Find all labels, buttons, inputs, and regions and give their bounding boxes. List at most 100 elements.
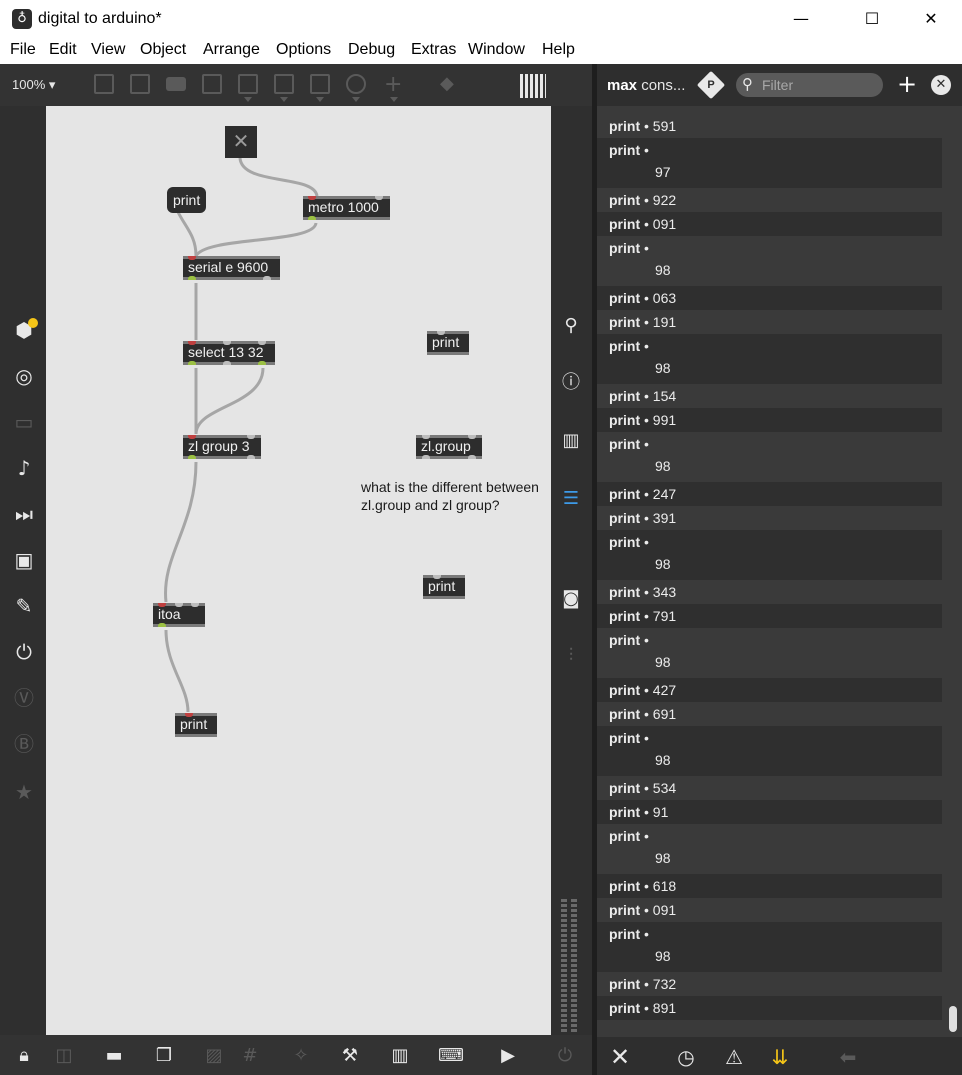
console-row[interactable]: print • 191 [597, 310, 942, 334]
screen-icon[interactable]: ▬ [102, 1044, 126, 1068]
console-row[interactable]: print • 97 [597, 138, 942, 188]
lock-icon[interactable]: 🔒︎ [12, 1044, 36, 1068]
console-row[interactable]: print • 391 [597, 506, 942, 530]
console-row[interactable]: print • 343 [597, 580, 942, 604]
search-icon[interactable]: ⚲ [559, 314, 583, 338]
menu-extras[interactable]: Extras [411, 41, 456, 59]
maximize-button[interactable]: ☐ [849, 0, 895, 38]
comment-icon[interactable] [130, 74, 150, 94]
console-list-icon[interactable]: ☰ [559, 487, 583, 511]
print-object-right-bottom[interactable]: print [423, 575, 465, 599]
scroll-down-icon[interactable]: ⇊ [767, 1044, 793, 1070]
menu-object[interactable]: Object [140, 41, 186, 59]
toggle-object[interactable]: ✕ [225, 126, 257, 158]
wrench-icon[interactable]: ⚒ [338, 1044, 362, 1068]
media-icon[interactable]: ▭ [11, 409, 37, 435]
play-icon[interactable]: ▶ [496, 1044, 520, 1068]
console-row[interactable]: print • 922 [597, 188, 942, 212]
console-row[interactable]: print • 98 [597, 236, 942, 286]
console-row[interactable]: print • 427 [597, 678, 942, 702]
minimize-button[interactable]: — [778, 0, 824, 38]
mixer-icon[interactable]: ⫶ [559, 644, 583, 668]
menu-edit[interactable]: Edit [49, 41, 77, 59]
add-icon[interactable]: + [897, 72, 917, 96]
metro-object[interactable]: metro 1000 [303, 196, 390, 220]
print-object-right-top[interactable]: print [427, 331, 469, 355]
console-row[interactable]: print • 691 [597, 702, 942, 726]
console-row[interactable]: print • 98 [597, 726, 942, 776]
info-icon[interactable]: ⓘ [559, 371, 583, 395]
menu-window[interactable]: Window [468, 41, 525, 59]
clear-icon[interactable]: ✕ [607, 1044, 633, 1070]
power-icon[interactable]: ⏻ [553, 1044, 577, 1068]
zoom-dropdown[interactable]: 100% ▾ [12, 77, 55, 93]
menu-options[interactable]: Options [276, 41, 331, 59]
beap-icon[interactable]: Ⓑ [11, 731, 37, 757]
console-row[interactable]: print • 732 [597, 972, 942, 996]
menu-view[interactable]: View [91, 41, 125, 59]
patcher-canvas[interactable]: ✕ print metro 1000 serial e 9600 select … [46, 106, 551, 1035]
console-row[interactable]: print • 98 [597, 334, 942, 384]
console-row[interactable]: print • 154 [597, 384, 942, 408]
paperclip-icon[interactable]: ✎ [11, 593, 37, 619]
console-row[interactable]: print • 98 [597, 922, 942, 972]
menu-help[interactable]: Help [542, 41, 575, 59]
book-icon[interactable]: ▥ [559, 429, 583, 453]
close-window-button[interactable]: ✕ [908, 0, 954, 38]
console-row[interactable]: print • 618 [597, 874, 942, 898]
menu-arrange[interactable]: Arrange [203, 41, 260, 59]
console-filter-input[interactable] [762, 76, 877, 94]
chevron-down-icon[interactable] [390, 97, 398, 102]
snapshot-icon[interactable]: ◙ [559, 587, 583, 611]
chevron-down-icon[interactable] [244, 97, 252, 102]
grid-view-icon[interactable] [520, 74, 546, 98]
image-icon[interactable]: ▣ [11, 547, 37, 573]
paint-bucket-icon[interactable]: ◆ [440, 73, 454, 94]
chevron-down-icon[interactable] [316, 97, 324, 102]
console-row[interactable]: print • 063 [597, 286, 942, 310]
chevron-down-icon[interactable] [352, 97, 360, 102]
presentation-icon[interactable]: ◫ [52, 1044, 76, 1068]
clock-icon[interactable]: ◷ [673, 1044, 699, 1070]
chevron-down-icon[interactable] [280, 97, 288, 102]
console-row[interactable]: print • 891 [597, 996, 942, 1020]
menu-debug[interactable]: Debug [348, 41, 395, 59]
piano-icon[interactable]: ▥ [388, 1044, 412, 1068]
plug-icon[interactable]: ⏻ [11, 639, 37, 665]
tools-icon[interactable]: ✧ [289, 1044, 313, 1068]
button-object-icon[interactable] [238, 74, 258, 94]
packages-icon[interactable]: ⬢ [11, 317, 38, 343]
serial-object[interactable]: serial e 9600 [183, 256, 280, 280]
zl-group-3-object[interactable]: zl group 3 [183, 435, 261, 459]
play-object-icon[interactable] [274, 74, 294, 94]
print-message-box[interactable]: print [167, 187, 207, 213]
console-scrollbar[interactable] [949, 1006, 957, 1032]
close-icon[interactable]: ✕ [931, 75, 951, 95]
message-icon[interactable] [166, 77, 186, 91]
console-row[interactable]: print • 591 [597, 114, 942, 138]
console-row[interactable]: print • 98 [597, 432, 942, 482]
patcher-filter-icon[interactable]: P [696, 70, 726, 100]
music-note-icon[interactable]: ♪ [11, 455, 37, 481]
video-icon[interactable]: ⏭ [11, 501, 37, 527]
vizzie-icon[interactable]: Ⓥ [11, 685, 37, 711]
console-row[interactable]: print • 534 [597, 776, 942, 800]
console-row[interactable]: print • 091 [597, 212, 942, 236]
print-object-bottom[interactable]: print [175, 713, 217, 737]
itoa-object[interactable]: itoa [153, 603, 205, 627]
console-filter[interactable]: ⚲ [736, 73, 883, 97]
grid-icon[interactable]: # [238, 1044, 262, 1068]
dial-object-icon[interactable] [346, 74, 366, 94]
warning-icon[interactable]: ⚠ [721, 1044, 747, 1070]
toggle-object-icon[interactable] [202, 74, 222, 94]
target-icon[interactable]: ◎ [11, 363, 37, 389]
add-object-icon[interactable]: + [384, 72, 402, 97]
console-row[interactable]: print • 98 [597, 530, 942, 580]
console-row[interactable]: print • 247 [597, 482, 942, 506]
console-row[interactable]: print • 091 [597, 898, 942, 922]
slider-object-icon[interactable] [310, 74, 330, 94]
keyboard-icon[interactable]: ⌨ [438, 1044, 464, 1068]
windows-icon[interactable]: ❐ [152, 1044, 176, 1068]
console-row[interactable]: print • 91 [597, 800, 942, 824]
console-row[interactable]: print • 98 [597, 824, 942, 874]
